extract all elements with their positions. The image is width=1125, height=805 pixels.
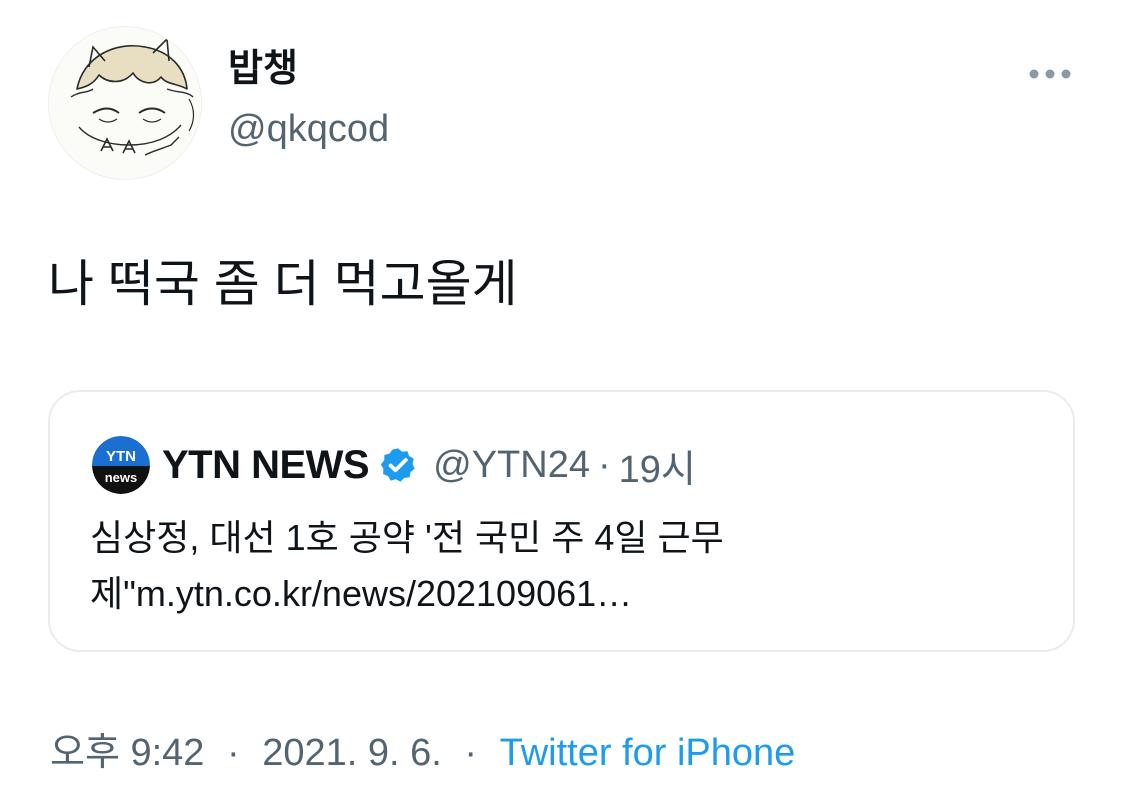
quoted-author-avatar[interactable]: YTN news (92, 436, 150, 494)
quoted-tweet-card[interactable]: YTN news YTN NEWS @YTN24 · 19시 심상정, 대선 1… (48, 390, 1075, 652)
ytn-logo-top-text: YTN (106, 448, 136, 465)
quoted-author-name[interactable]: YTN NEWS (162, 443, 370, 488)
tweet-timestamp-date[interactable]: 2021. 9. 6. (262, 732, 442, 774)
tweet-timestamp-time[interactable]: 오후 9:42 (50, 732, 204, 774)
tweet-source-link[interactable]: Twitter for iPhone (500, 732, 796, 774)
author-handle[interactable]: @qkqcod (228, 106, 389, 152)
tweet-detail: 밥챙 @qkqcod 나 떡국 좀 더 먹고올게 YTN news YTN NE… (0, 0, 1125, 805)
ytn-logo-icon: YTN news (92, 436, 150, 494)
tweet-metadata: 오후 9:42 · 2021. 9. 6. · Twitter for iPho… (50, 728, 795, 778)
quoted-tweet-time[interactable]: 19시 (619, 438, 696, 493)
more-horizontal-icon (1029, 69, 1071, 79)
metadata-separator: · (464, 732, 478, 774)
quoted-tweet-header: YTN NEWS @YTN24 · 19시 (162, 436, 696, 494)
author-avatar[interactable] (48, 26, 202, 180)
author-display-name[interactable]: 밥챙 (228, 46, 298, 92)
quoted-tweet-text: 심상정, 대선 1호 공약 '전 국민 주 4일 근무 제"m.ytn.co.k… (90, 510, 990, 622)
quoted-header-separator: · (597, 443, 611, 486)
ytn-logo-bottom-text: news (105, 470, 138, 485)
quoted-tweet-text-line: 심상정, 대선 1호 공약 '전 국민 주 4일 근무 (90, 517, 724, 558)
quoted-tweet-text-line: 제"m.ytn.co.kr/news/202109061… (90, 573, 633, 614)
quoted-author-handle[interactable]: @YTN24 (433, 444, 590, 487)
more-options-button[interactable] (1022, 58, 1078, 90)
sketch-avatar-image (49, 27, 201, 179)
verified-badge-icon (379, 446, 417, 484)
tweet-text: 나 떡국 좀 더 먹고올게 (48, 256, 518, 312)
metadata-separator: · (227, 732, 240, 774)
